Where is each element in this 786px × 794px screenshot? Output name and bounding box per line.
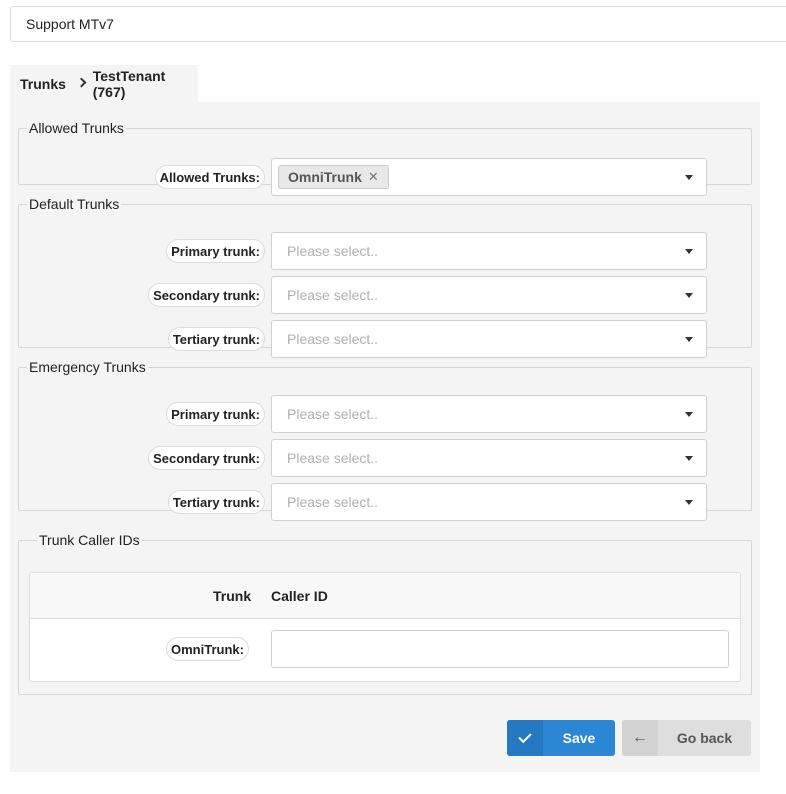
select-placeholder: Please select.. [287,450,379,466]
trunk-chip: OmniTrunk ✕ [278,165,389,189]
caller-id-table-header: Trunk Caller ID [30,573,740,619]
emergency-tertiary-label: Tertiary trunk: [167,490,265,514]
chevron-down-icon [685,293,693,298]
chevron-down-icon [685,500,693,505]
close-icon[interactable]: ✕ [368,169,379,185]
default-tertiary-label: Tertiary trunk: [167,327,265,351]
chevron-down-icon [685,456,693,461]
default-tertiary-row: Tertiary trunk: Please select.. [19,320,751,358]
allowed-trunks-group: Allowed Trunks Allowed Trunks: OmniTrunk… [18,120,752,196]
go-back-button-label: Go back [676,730,733,746]
caller-id-input[interactable] [271,630,729,668]
default-primary-row: Primary trunk: Please select.. [19,232,751,270]
check-icon [507,720,543,756]
default-tertiary-select[interactable]: Please select.. [271,320,707,358]
default-trunks-legend: Default Trunks [29,196,120,212]
default-primary-select[interactable]: Please select.. [271,232,707,270]
emergency-trunks-group: Emergency Trunks Primary trunk: Please s… [18,359,752,521]
emergency-secondary-label: Secondary trunk: [148,446,265,470]
breadcrumb-current: TestTenant (767) [92,67,166,100]
chevron-down-icon [685,337,693,342]
go-back-button[interactable]: ← Go back [622,720,751,756]
chevron-down-icon [685,175,693,180]
select-placeholder: Please select.. [287,331,379,347]
emergency-secondary-row: Secondary trunk: Please select.. [19,439,751,477]
select-placeholder: Please select.. [287,494,379,510]
col-header-caller-id: Caller ID [271,588,328,604]
trunks-form: Allowed Trunks Allowed Trunks: OmniTrunk… [10,102,760,772]
caller-id-table: Trunk Caller ID OmniTrunk: [29,572,741,682]
trunk-caller-ids-legend: Trunk Caller IDs [39,532,140,548]
app-title: Support MTv7 [26,16,114,32]
emergency-secondary-select[interactable]: Please select.. [271,439,707,477]
caller-id-trunk-label: OmniTrunk: [166,637,249,661]
emergency-primary-row: Primary trunk: Please select.. [19,395,751,433]
emergency-tertiary-select[interactable]: Please select.. [271,483,707,521]
select-placeholder: Please select.. [287,406,379,422]
trunk-chip-label: OmniTrunk [288,169,362,185]
allowed-trunks-row: Allowed Trunks: OmniTrunk ✕ [19,158,751,196]
allowed-trunks-legend: Allowed Trunks [29,120,124,136]
col-header-trunk: Trunk [213,588,252,604]
default-secondary-select[interactable]: Please select.. [271,276,707,314]
allowed-trunks-select[interactable]: OmniTrunk ✕ [271,158,707,196]
app-header: Support MTv7 [10,6,786,42]
default-secondary-row: Secondary trunk: Please select.. [19,276,751,314]
emergency-trunks-legend: Emergency Trunks [29,359,146,375]
default-primary-label: Primary trunk: [166,239,265,263]
trunk-caller-ids-group: Trunk Caller IDs Trunk Caller ID OmniTru… [18,532,752,695]
breadcrumb: Trunks TestTenant (767) [10,65,198,102]
emergency-primary-label: Primary trunk: [166,402,265,426]
arrow-left-icon: ← [622,720,658,756]
chevron-down-icon [685,249,693,254]
default-trunks-group: Default Trunks Primary trunk: Please sel… [18,196,752,358]
breadcrumb-root[interactable]: Trunks [20,76,66,92]
default-secondary-label: Secondary trunk: [148,283,265,307]
allowed-trunks-label: Allowed Trunks: [154,165,265,189]
emergency-tertiary-row: Tertiary trunk: Please select.. [19,483,751,521]
save-button-label: Save [562,730,596,746]
save-button[interactable]: Save [507,720,615,756]
emergency-primary-select[interactable]: Please select.. [271,395,707,433]
chevron-right-icon [76,77,87,88]
select-placeholder: Please select.. [287,243,379,259]
chevron-down-icon [685,412,693,417]
select-placeholder: Please select.. [287,287,379,303]
